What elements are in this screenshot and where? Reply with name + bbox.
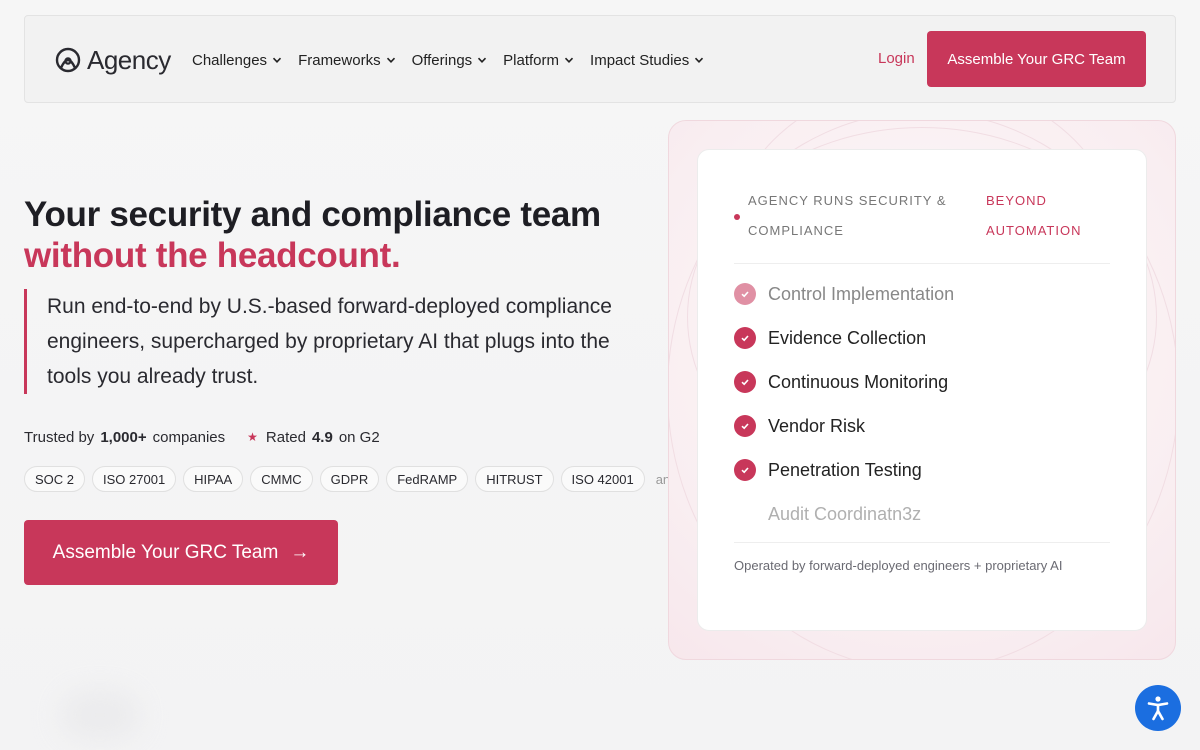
list-item: Audit Coordinatn3z — [734, 492, 1110, 536]
menu-label: Challenges — [192, 51, 268, 69]
chevron-down-icon — [386, 57, 395, 63]
arrow-right-icon: → — [290, 541, 310, 563]
check-icon — [734, 283, 756, 305]
top-nav: Agency Challenges Frameworks Offerings P… — [24, 15, 1176, 103]
chevron-down-icon — [695, 57, 704, 63]
menu-label: Frameworks — [298, 51, 381, 69]
framework-badges: SOC 2 ISO 27001 HIPAA CMMC GDPR FedRAMP … — [24, 466, 672, 492]
list-item-label: Evidence Collection — [768, 327, 927, 348]
trusted-suffix: companies — [152, 428, 226, 446]
card-header-right: BEYOND AUTOMATION — [986, 193, 1082, 238]
feature-card: AGENCY RUNS SECURITY & COMPLIANCE BEYOND… — [697, 149, 1147, 631]
hero-cta-label: Assemble Your GRC Team — [52, 541, 279, 563]
accent-dot-icon — [734, 214, 740, 220]
accessibility-icon — [1147, 696, 1169, 721]
star-icon: ★ — [247, 430, 258, 444]
check-icon — [734, 459, 756, 481]
trust-line: Trusted by 1,000+ companies ★ Rated 4.9 … — [24, 427, 380, 447]
main-menu: Challenges Frameworks Offerings Platform… — [192, 16, 712, 104]
menu-offerings[interactable]: Offerings — [404, 52, 496, 69]
hero-title-accent: without the headcount. — [24, 236, 401, 275]
accessibility-button[interactable] — [1135, 685, 1181, 731]
menu-frameworks[interactable]: Frameworks — [290, 52, 404, 69]
list-item-label: Penetration Testing — [768, 459, 922, 480]
menu-label: Offerings — [411, 51, 473, 69]
card-header: AGENCY RUNS SECURITY & COMPLIANCE BEYOND… — [734, 186, 1110, 264]
card-footer: Operated by forward-deployed engineers +… — [734, 542, 1110, 575]
list-item-label: Audit Coordinatn3z — [768, 503, 922, 524]
badge-iso42001: ISO 42001 — [560, 466, 645, 492]
badge-cmmc: CMMC — [250, 466, 313, 492]
rated-suffix: on G2 — [338, 428, 380, 446]
check-icon — [734, 327, 756, 349]
chevron-down-icon — [564, 57, 574, 63]
nav-cta-button[interactable]: Assemble Your GRC Team — [927, 31, 1146, 87]
list-item: Vendor Risk — [734, 404, 1110, 448]
login-link[interactable]: Login — [878, 50, 915, 67]
badge-hitrust: HITRUST — [475, 466, 554, 492]
list-item-label: Vendor Risk — [768, 415, 866, 436]
agency-logo-icon — [55, 47, 81, 73]
menu-label: Impact Studies — [590, 51, 690, 69]
hero-title-line1: Your security and compliance team — [24, 195, 601, 234]
check-icon — [734, 503, 756, 525]
menu-challenges[interactable]: Challenges — [192, 52, 290, 69]
chevron-down-icon — [272, 57, 282, 63]
list-item: Evidence Collection — [734, 316, 1110, 360]
decorative-blur — [60, 690, 140, 740]
hero-subtitle: Run end-to-end by U.S.-based forward-dep… — [24, 289, 644, 394]
logo-text: Agency — [87, 44, 171, 75]
rating-value: 4.9 — [311, 428, 333, 446]
list-item-label: Continuous Monitoring — [768, 371, 949, 392]
card-header-left: AGENCY RUNS SECURITY & COMPLIANCE — [748, 193, 947, 238]
hero-cta-button[interactable]: Assemble Your GRC Team → — [24, 520, 338, 585]
menu-impact-studies[interactable]: Impact Studies — [582, 52, 712, 69]
badge-gdpr: GDPR — [319, 466, 380, 492]
list-item: Penetration Testing — [734, 448, 1110, 492]
badge-hipaa: HIPAA — [183, 466, 244, 492]
hero-title: Your security and compliance team withou… — [24, 194, 664, 276]
menu-label: Platform — [503, 51, 560, 69]
check-icon — [734, 371, 756, 393]
chevron-down-icon — [478, 57, 487, 63]
check-icon — [734, 415, 756, 437]
logo[interactable]: Agency — [55, 44, 171, 76]
trusted-count: 1,000+ — [100, 428, 147, 446]
badge-iso27001: ISO 27001 — [92, 466, 177, 492]
menu-platform[interactable]: Platform — [495, 52, 582, 69]
rated-prefix: Rated — [265, 428, 306, 446]
list-item: Continuous Monitoring — [734, 360, 1110, 404]
trusted-prefix: Trusted by — [24, 428, 95, 446]
list-item-label: Control Implementation — [768, 283, 955, 304]
badge-fedramp: FedRAMP — [386, 466, 469, 492]
list-item: Control Implementation — [734, 272, 1110, 316]
feature-list: Control Implementation Evidence Collecti… — [734, 272, 1110, 536]
badge-soc2: SOC 2 — [24, 466, 86, 492]
